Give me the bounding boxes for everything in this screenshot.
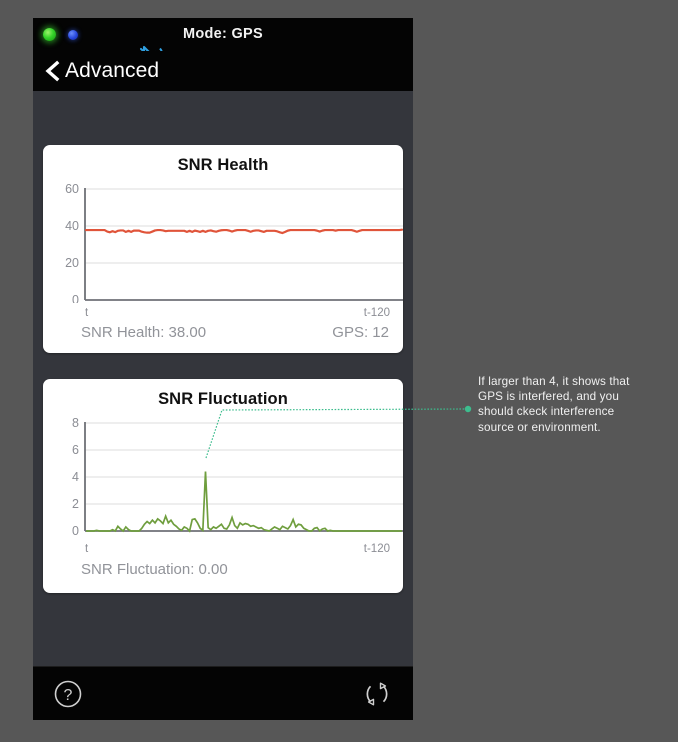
snr-health-plot: 60 40 20 0 — [43, 183, 403, 303]
xaxis-right-label: t-120 — [363, 543, 390, 555]
snr-health-xaxis: t t-120 — [43, 307, 403, 323]
svg-text:0: 0 — [72, 524, 79, 538]
snr-health-card: SNR Health 60 40 20 0 t t-120 SNR Health… — [43, 145, 403, 353]
svg-text:?: ? — [64, 687, 73, 704]
refresh-cycle-icon[interactable] — [361, 678, 393, 710]
svg-text:20: 20 — [65, 256, 79, 270]
xaxis-right-label: t-120 — [363, 307, 390, 319]
annotation-line-4: source or environment. — [478, 420, 601, 434]
snr-fluctuation-card: SNR Fluctuation 8 6 4 2 0 t t-120 SNR Fl… — [43, 379, 403, 593]
status-bar: Mode: GPS — [33, 18, 413, 65]
annotation-text: If larger than 4, it shows that GPS is i… — [478, 374, 668, 435]
svg-text:60: 60 — [65, 183, 79, 196]
snr-fluctuation-series — [86, 471, 402, 533]
screenshot-root: Mode: GPS Advanced SNR Health 60 40 20 0… — [0, 0, 678, 742]
question-circle-icon[interactable]: ? — [52, 678, 84, 710]
chevron-left-icon[interactable] — [43, 60, 61, 82]
annotation-line-1: If larger than 4, it shows that — [478, 375, 630, 388]
bottom-toolbar: ? — [33, 666, 413, 720]
phone-screen: Mode: GPS Advanced SNR Health 60 40 20 0… — [33, 18, 413, 720]
content-area: SNR Health 60 40 20 0 t t-120 SNR Health… — [33, 91, 413, 666]
mode-label: Mode: GPS — [182, 26, 264, 42]
xaxis-left-label: t — [85, 543, 89, 555]
svg-text:2: 2 — [72, 497, 79, 511]
snr-health-title: SNR Health — [177, 156, 269, 174]
snr-fluctuation-value: SNR Fluctuation: 0.00 — [81, 561, 228, 578]
annotation-line-2: GPS is interfered, and you — [478, 390, 619, 404]
snr-health-footer: SNR Health: 38.00 GPS: 12 — [43, 324, 403, 344]
snr-health-value: SNR Health: 38.00 — [81, 324, 207, 341]
snr-health-series — [84, 228, 403, 235]
snr-fluctuation-title: SNR Fluctuation — [158, 390, 288, 408]
snr-fluctuation-footer: SNR Fluctuation: 0.00 — [43, 561, 403, 581]
svg-text:4: 4 — [72, 470, 79, 484]
annotation-line-3: should ckeck interference — [478, 405, 615, 419]
back-button-label[interactable]: Advanced — [65, 51, 159, 91]
xaxis-left-label: t — [85, 307, 89, 319]
snr-fluctuation-plot: 8 6 4 2 0 — [43, 417, 403, 539]
svg-text:0: 0 — [72, 293, 79, 303]
svg-text:40: 40 — [65, 219, 79, 233]
svg-text:8: 8 — [72, 417, 79, 430]
svg-text:6: 6 — [72, 443, 79, 457]
gps-satellite-count: GPS: 12 — [332, 324, 389, 341]
snr-fluctuation-xaxis: t t-120 — [43, 543, 403, 559]
